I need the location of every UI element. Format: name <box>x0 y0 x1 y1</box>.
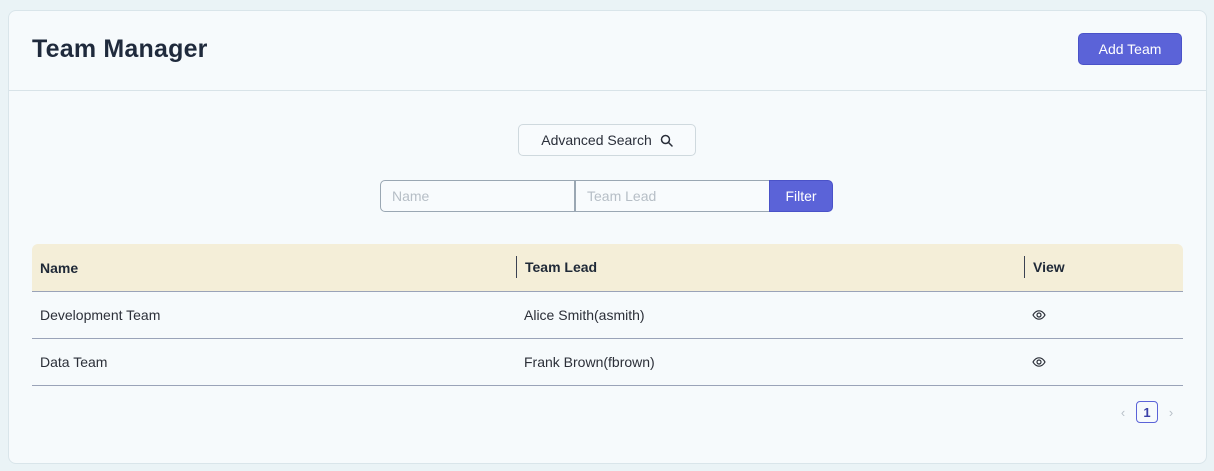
name-filter-input[interactable] <box>380 180 575 212</box>
teams-table: Name Team Lead View Development Team Ali… <box>32 244 1183 386</box>
advanced-search-button[interactable]: Advanced Search <box>518 124 696 156</box>
search-icon <box>660 134 673 147</box>
table-header: Name Team Lead View <box>32 244 1183 292</box>
page-title: Team Manager <box>32 35 208 63</box>
page-1-button[interactable]: 1 <box>1136 401 1158 423</box>
team-name-cell: Development Team <box>40 307 161 323</box>
eye-icon[interactable] <box>1032 339 1046 385</box>
team-lead-cell: Frank Brown(fbrown) <box>524 354 655 370</box>
team-lead-filter-input[interactable] <box>575 180 769 212</box>
table-row: Data Team Frank Brown(fbrown) <box>32 339 1183 386</box>
team-name-cell: Data Team <box>40 354 108 370</box>
column-header-view: View <box>1024 256 1065 278</box>
column-header-team-lead[interactable]: Team Lead <box>516 256 597 278</box>
filter-bar: Filter <box>380 180 833 212</box>
advanced-search-label: Advanced Search <box>541 132 652 148</box>
add-team-button[interactable]: Add Team <box>1078 33 1182 65</box>
team-lead-cell: Alice Smith(asmith) <box>524 307 645 323</box>
table-row: Development Team Alice Smith(asmith) <box>32 292 1183 339</box>
team-manager-card: Team Manager Add Team Advanced Search Fi… <box>8 10 1207 464</box>
card-header: Team Manager Add Team <box>9 11 1206 91</box>
next-page-button[interactable]: › <box>1166 405 1176 420</box>
column-header-name[interactable]: Name <box>40 244 78 291</box>
eye-icon[interactable] <box>1032 292 1046 338</box>
prev-page-button[interactable]: ‹ <box>1118 405 1128 420</box>
pagination: ‹ 1 › <box>1118 401 1176 423</box>
filter-button[interactable]: Filter <box>769 180 833 212</box>
